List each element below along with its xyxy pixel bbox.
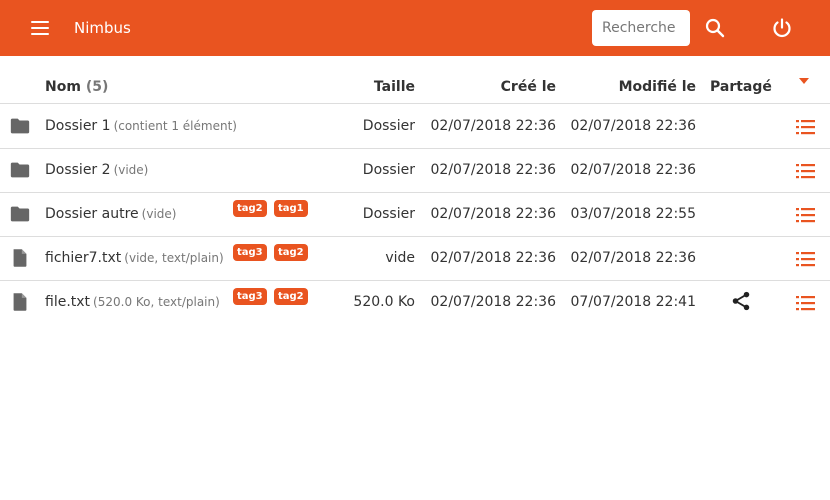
actions-menu-icon[interactable] xyxy=(795,116,817,138)
file-description: (vide) xyxy=(113,163,149,177)
actions-menu-icon[interactable] xyxy=(795,204,817,226)
tag-badge[interactable]: tag3 xyxy=(233,244,267,261)
modified-date: 07/07/2018 22:41 xyxy=(570,294,697,310)
file-name[interactable]: Dossier 2 (vide) xyxy=(45,162,148,178)
created-date: 02/07/2018 22:36 xyxy=(430,206,557,222)
item-count: (5) xyxy=(85,79,109,95)
file-name[interactable]: file.txt (520.0 Ko, text/plain) xyxy=(45,294,220,310)
tag-badge[interactable]: tag2 xyxy=(274,288,308,305)
created-date: 02/07/2018 22:36 xyxy=(430,250,557,266)
file-name[interactable]: Dossier autre (vide) xyxy=(45,206,176,222)
file-name-label: file.txt xyxy=(45,294,91,310)
column-header-modified[interactable]: Modifié le xyxy=(619,79,696,95)
sort-arrow-icon[interactable] xyxy=(799,78,809,84)
file-size: 520.0 Ko xyxy=(353,294,415,310)
file-icon xyxy=(9,247,31,269)
modified-date: 02/07/2018 22:36 xyxy=(570,250,697,266)
file-size: vide xyxy=(385,250,415,266)
column-header-size[interactable]: Taille xyxy=(374,79,415,95)
hamburger-menu-icon[interactable] xyxy=(28,17,54,39)
search-icon[interactable] xyxy=(703,16,727,40)
created-date: 02/07/2018 22:36 xyxy=(430,118,557,134)
folder-icon xyxy=(9,115,31,137)
tag-badge[interactable]: tag2 xyxy=(233,200,267,217)
file-name[interactable]: fichier7.txt (vide, text/plain) xyxy=(45,250,224,266)
folder-icon xyxy=(9,159,31,181)
file-size: Dossier xyxy=(362,118,415,134)
top-app-bar: Nimbus xyxy=(0,0,830,56)
file-name-label: fichier7.txt xyxy=(45,250,122,266)
file-size: Dossier xyxy=(362,206,415,222)
table-row[interactable]: Dossier 2 (vide) Dossier 02/07/2018 22:36… xyxy=(0,149,830,193)
created-date: 02/07/2018 22:36 xyxy=(430,162,557,178)
table-row[interactable]: fichier7.txt (vide, text/plain) tag3 tag2… xyxy=(0,237,830,281)
tag-badge[interactable]: tag3 xyxy=(233,288,267,305)
file-name-label: Dossier autre xyxy=(45,206,139,222)
search-input[interactable] xyxy=(592,10,690,46)
modified-date: 02/07/2018 22:36 xyxy=(570,118,697,134)
tag-badge[interactable]: tag1 xyxy=(274,200,308,217)
modified-date: 02/07/2018 22:36 xyxy=(570,162,697,178)
folder-icon xyxy=(9,203,31,225)
app-title: Nimbus xyxy=(74,19,131,37)
file-name[interactable]: Dossier 1 (contient 1 élément) xyxy=(45,118,237,134)
file-size: Dossier xyxy=(362,162,415,178)
table-row[interactable]: Dossier 1 (contient 1 élément) Dossier 02… xyxy=(0,105,830,149)
file-description: (vide) xyxy=(141,207,177,221)
file-description: (520.0 Ko, text/plain) xyxy=(93,295,220,309)
actions-menu-icon[interactable] xyxy=(795,248,817,270)
table-row[interactable]: file.txt (520.0 Ko, text/plain) tag3 tag2… xyxy=(0,281,830,325)
file-description: (vide, text/plain) xyxy=(124,251,224,265)
file-name-label: Dossier 2 xyxy=(45,162,111,178)
actions-menu-icon[interactable] xyxy=(795,292,817,314)
file-name-label: Dossier 1 xyxy=(45,118,111,134)
created-date: 02/07/2018 22:36 xyxy=(430,294,557,310)
share-icon[interactable] xyxy=(730,290,752,312)
column-header-shared[interactable]: Partagé xyxy=(710,79,772,95)
file-description: (contient 1 élément) xyxy=(113,119,237,133)
table-header: Nom (5) Taille Créé le Modifié le Partag… xyxy=(0,70,830,104)
column-header-name-label: Nom xyxy=(45,79,81,95)
modified-date: 03/07/2018 22:55 xyxy=(570,206,697,222)
column-header-name[interactable]: Nom (5) xyxy=(45,79,108,95)
file-icon xyxy=(9,291,31,313)
actions-menu-icon[interactable] xyxy=(795,160,817,182)
column-header-created[interactable]: Créé le xyxy=(501,79,556,95)
table-row[interactable]: Dossier autre (vide) tag2 tag1 Dossier 02… xyxy=(0,193,830,237)
power-icon[interactable] xyxy=(770,16,794,40)
tag-badge[interactable]: tag2 xyxy=(274,244,308,261)
